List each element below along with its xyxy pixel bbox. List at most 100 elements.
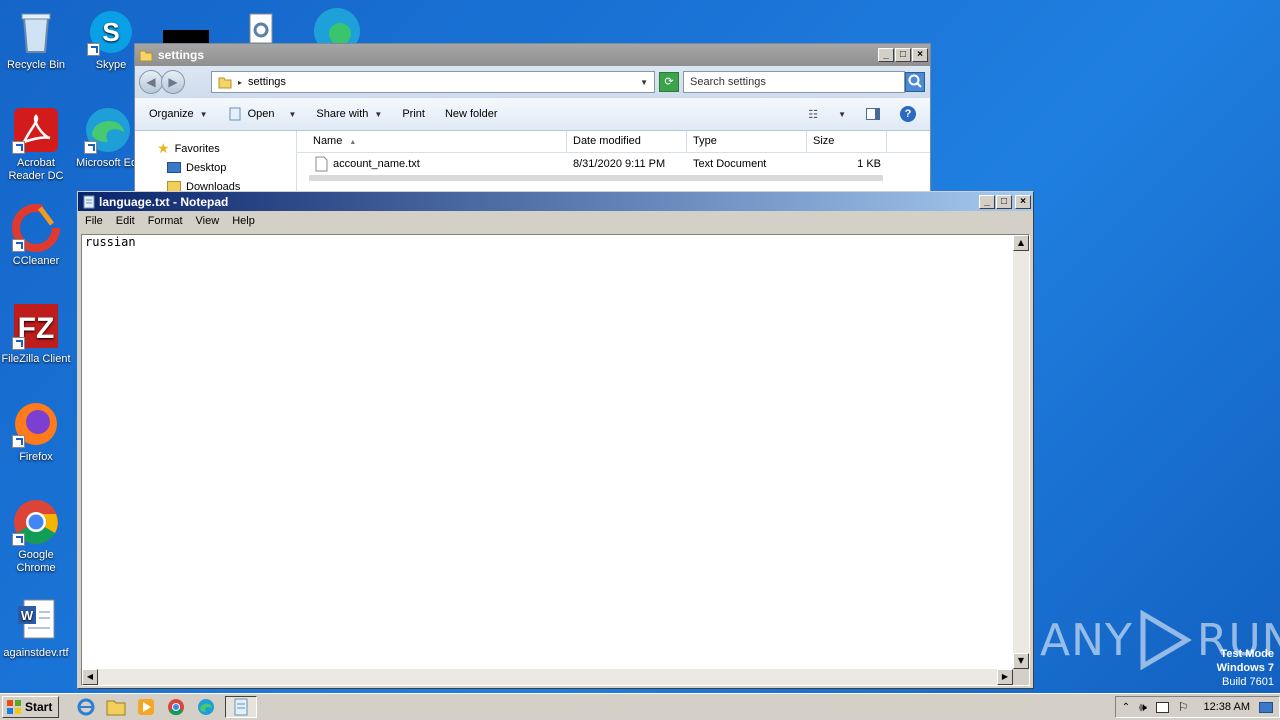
back-button[interactable]: ◀ [139,70,163,94]
breadcrumb-chevron-icon[interactable]: ▸ [238,78,242,87]
edge-icon [84,106,132,154]
address-dropdown-icon[interactable]: ▼ [640,78,648,87]
desktop-icon-filezilla[interactable]: FZ FileZilla Client [0,302,74,366]
search-input[interactable]: Search settings [683,71,905,93]
windows-logo-icon [7,700,21,714]
file-type: Text Document [693,158,767,170]
desktop-icon-acrobat[interactable]: Acrobat Reader DC [0,106,74,183]
nav-favorites[interactable]: ★ Favorites [157,139,296,158]
folder-icon [139,50,153,62]
chevron-down-icon: ▼ [838,109,846,119]
view-options-button[interactable]: ☷ ▼ [808,108,846,121]
nav-desktop[interactable]: Desktop [157,158,296,177]
close-button[interactable]: × [912,48,928,62]
desktop-icon-label: CCleaner [12,255,60,267]
taskbar-media-player[interactable] [135,696,157,718]
close-button[interactable]: × [1015,194,1031,209]
test-mode-line: Test Mode [1220,648,1274,660]
notepad-title-bar[interactable]: language.txt - Notepad _ □ × [78,192,1033,211]
new-folder-button[interactable]: New folder [445,108,498,120]
address-bar[interactable]: ▸ settings ▼ [211,71,655,93]
show-hidden-icons-icon[interactable]: ⌃ [1122,702,1130,713]
menu-edit[interactable]: Edit [116,215,135,227]
acrobat-icon [12,106,60,154]
desktop-icon-firefox[interactable]: Firefox [0,400,74,464]
taskbar-edge[interactable] [195,696,217,718]
open-button[interactable]: Open ▼ [228,107,297,121]
scroll-down-button[interactable]: ▼ [1013,653,1029,669]
system-tray: ⌃ 🕪 ⚐ 12:38 AM [1114,696,1280,718]
column-size[interactable]: Size [807,131,887,152]
svg-text:W: W [21,608,34,623]
show-desktop-icon[interactable] [1259,701,1273,713]
desktop-icon-edge[interactable]: Microsoft Ed [73,106,143,170]
desktop-icon-ccleaner[interactable]: CCleaner [0,204,74,268]
scroll-up-button[interactable]: ▲ [1013,235,1029,251]
skype-icon: S [87,8,135,56]
notepad-window[interactable]: language.txt - Notepad _ □ × File Edit F… [77,191,1034,689]
column-name[interactable]: Name ▲ [297,131,567,152]
flag-icon[interactable]: ⚐ [1178,700,1189,714]
explorer-title: settings [158,48,205,62]
build-line: Build 7601 [1222,676,1274,688]
volume-icon[interactable]: 🕪 [1139,700,1147,715]
vertical-scrollbar[interactable]: ▲ ▼ [1013,235,1029,669]
shortcut-arrow-icon [12,141,25,154]
column-type[interactable]: Type [687,131,807,152]
organize-button[interactable]: Organize ▼ [149,108,208,120]
windows-version-line: Windows 7 [1216,662,1274,674]
preview-pane-button[interactable] [866,108,880,120]
explorer-title-bar[interactable]: settings _ □ × [135,44,930,66]
search-icon[interactable] [905,72,925,92]
column-size-label: Size [813,135,835,147]
maximize-button[interactable]: □ [996,194,1012,209]
edge-desktop-icon-fragment[interactable] [312,6,362,44]
desktop-icon-label: Google Chrome [16,549,56,574]
forward-button[interactable]: ▶ [161,70,185,94]
menu-format[interactable]: Format [148,215,183,227]
desktop-icon-againstdev[interactable]: W againstdev.rtf [0,596,74,660]
desktop-icon-label: Microsoft Ed [76,157,138,169]
maximize-button[interactable]: □ [895,48,911,62]
column-date-modified[interactable]: Date modified [567,131,687,152]
address-text: settings [248,76,286,88]
text-editor[interactable]: russian ▲ ▼ ◀ ▶ [81,234,1030,686]
explorer-window[interactable]: settings _ □ × ◀ ▶ ▸ settings ▼ ⟳ Search… [134,43,931,193]
settings-file-icon[interactable] [246,12,278,44]
print-label: Print [402,108,425,120]
selected-row-fragment[interactable] [309,175,883,181]
share-with-label: Share with [316,108,369,120]
desktop-icon-chrome[interactable]: Google Chrome [0,498,74,575]
refresh-icon[interactable]: ⟳ [659,72,679,92]
desktop-icon-label: Acrobat Reader DC [8,157,64,182]
network-icon[interactable] [1155,701,1169,713]
file-row[interactable]: account_name.txt 8/31/2020 9:11 PM Text … [297,153,930,175]
menu-file[interactable]: File [85,215,103,227]
taskbar: Start ⌃ 🕪 ⚐ 12:38 AM [0,693,1280,720]
chevron-down-icon: ▼ [374,109,383,119]
horizontal-scrollbar[interactable]: ◀ ▶ [82,669,1013,685]
share-with-button[interactable]: Share with ▼ [316,108,382,120]
help-button[interactable]: ? [900,106,916,122]
taskbar-chrome[interactable] [165,696,187,718]
scroll-right-button[interactable]: ▶ [997,669,1013,685]
file-list: Name ▲ Date modified Type Size account_n… [297,131,930,191]
chrome-icon [12,498,60,546]
desktop-icon-recycle-bin[interactable]: Recycle Bin [0,8,74,72]
taskbar-explorer[interactable] [105,696,127,718]
minimize-button[interactable]: _ [979,194,995,209]
nav-favorites-label: Favorites [174,142,220,155]
resize-grip[interactable] [1013,669,1029,685]
taskbar-ie[interactable] [75,696,97,718]
taskbar-notepad[interactable] [225,696,258,718]
menu-view[interactable]: View [196,215,220,227]
minimize-button[interactable]: _ [878,48,894,62]
chevron-down-icon: ▼ [288,109,297,119]
print-button[interactable]: Print [402,108,425,120]
menu-help[interactable]: Help [232,215,255,227]
scroll-left-button[interactable]: ◀ [82,669,98,685]
column-headers: Name ▲ Date modified Type Size [297,131,930,153]
start-button[interactable]: Start [2,696,60,718]
explorer-body: ★ Favorites Desktop Downloads Name ▲ Date… [135,131,930,192]
clock[interactable]: 12:38 AM [1204,701,1250,713]
